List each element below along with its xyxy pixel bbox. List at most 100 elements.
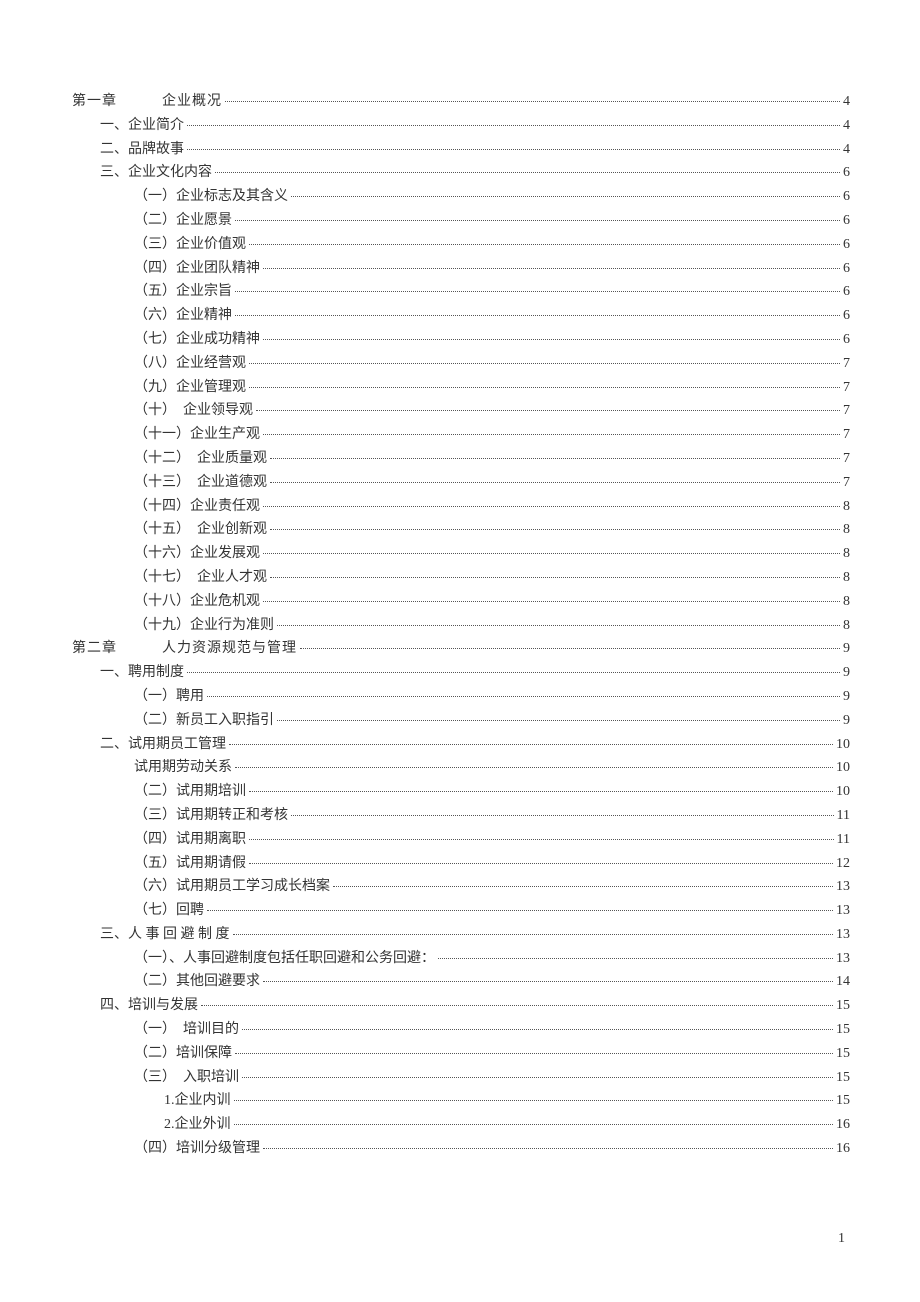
toc-entry[interactable]: （一）、人事回避制度包括任职回避和公务回避：13 bbox=[72, 947, 850, 971]
toc-entry[interactable]: （三）企业价值观 6 bbox=[72, 233, 850, 257]
toc-entry[interactable]: （二）试用期培训10 bbox=[72, 780, 850, 804]
toc-dots bbox=[270, 577, 840, 578]
toc-dots bbox=[291, 815, 834, 816]
toc-entry[interactable]: 一、聘用制度9 bbox=[72, 661, 850, 685]
toc-prefix: （十七） bbox=[134, 570, 197, 585]
toc-entry[interactable]: （二）新员工入职指引9 bbox=[72, 709, 850, 733]
toc-entry[interactable]: （十二） 企业质量观7 bbox=[72, 447, 850, 471]
toc-prefix: 三、 bbox=[100, 165, 128, 180]
toc-entry[interactable]: 1.企业内训15 bbox=[72, 1089, 850, 1113]
toc-prefix: （十四） bbox=[134, 499, 190, 514]
toc-prefix: （八） bbox=[134, 356, 176, 371]
toc-prefix: （六） bbox=[134, 879, 176, 894]
toc-dots bbox=[187, 149, 840, 150]
toc-entry[interactable]: 试用期劳动关系10 bbox=[72, 756, 850, 780]
toc-entry[interactable]: （三） 入职培训15 bbox=[72, 1066, 850, 1090]
toc-entry[interactable]: （二）企业愿景6 bbox=[72, 209, 850, 233]
toc-entry[interactable]: （五）试用期请假12 bbox=[72, 852, 850, 876]
toc-page-number: 10 bbox=[836, 756, 850, 780]
toc-prefix: （一） bbox=[134, 189, 176, 204]
toc-entry[interactable]: 一、企业简介4 bbox=[72, 114, 850, 138]
toc-entry[interactable]: （二）培训保障15 bbox=[72, 1042, 850, 1066]
toc-page-number: 8 bbox=[843, 590, 850, 614]
toc-entry[interactable]: （一）企业标志及其含义6 bbox=[72, 185, 850, 209]
toc-title: （十七） 企业人才观 bbox=[134, 566, 267, 590]
toc-page-number: 6 bbox=[843, 233, 850, 257]
toc-page-number: 15 bbox=[836, 1018, 850, 1042]
toc-entry[interactable]: 第一章企业概况4 bbox=[72, 90, 850, 114]
toc-page-number: 9 bbox=[843, 709, 850, 733]
toc-entry[interactable]: （十九）企业行为准则8 bbox=[72, 614, 850, 638]
toc-page-number: 10 bbox=[836, 733, 850, 757]
toc-title-text: 企业发展观 bbox=[190, 546, 260, 561]
toc-entry[interactable]: （一） 培训目的15 bbox=[72, 1018, 850, 1042]
toc-prefix: （三） bbox=[134, 1070, 183, 1085]
toc-entry[interactable]: （十） 企业领导观7 bbox=[72, 399, 850, 423]
toc-prefix: 三、 bbox=[100, 927, 128, 942]
toc-title: （五）企业宗旨 bbox=[134, 280, 232, 304]
toc-entry[interactable]: （三）试用期转正和考核11 bbox=[72, 804, 850, 828]
toc-page-number: 4 bbox=[843, 138, 850, 162]
toc-dots bbox=[263, 553, 840, 554]
toc-entry[interactable]: （十八）企业危机观8 bbox=[72, 590, 850, 614]
toc-dots bbox=[249, 791, 833, 792]
toc-prefix: 一、 bbox=[100, 665, 128, 680]
toc-dots bbox=[270, 482, 840, 483]
toc-entry[interactable]: （九）企业管理观7 bbox=[72, 376, 850, 400]
toc-dots bbox=[235, 291, 840, 292]
toc-entry[interactable]: 四、培训与发展15 bbox=[72, 994, 850, 1018]
toc-prefix: （一） bbox=[134, 689, 176, 704]
toc-entry[interactable]: （十三） 企业道德观7 bbox=[72, 471, 850, 495]
toc-entry[interactable]: （七）企业成功精神6 bbox=[72, 328, 850, 352]
toc-title-text: 企业精神 bbox=[176, 308, 232, 323]
toc-entry[interactable]: 二、试用期员工管理10 bbox=[72, 733, 850, 757]
toc-title-text: 企业价值观 bbox=[176, 237, 246, 252]
toc-prefix: （十） bbox=[134, 403, 183, 418]
toc-dots bbox=[270, 529, 840, 530]
toc-prefix: （十六） bbox=[134, 546, 190, 561]
toc-prefix: （五） bbox=[134, 284, 176, 299]
toc-page-number: 7 bbox=[843, 376, 850, 400]
toc-entry[interactable]: （四）企业团队精神6 bbox=[72, 257, 850, 281]
toc-entry[interactable]: （七）回聘13 bbox=[72, 899, 850, 923]
toc-entry[interactable]: （一）聘用9 bbox=[72, 685, 850, 709]
toc-title: 1.企业内训 bbox=[164, 1089, 231, 1113]
toc-entry[interactable]: （二）其他回避要求14 bbox=[72, 970, 850, 994]
toc-title-text: 企业标志及其含义 bbox=[176, 189, 288, 204]
toc-dots bbox=[215, 172, 840, 173]
toc-prefix: （四） bbox=[134, 261, 176, 276]
toc-dots bbox=[249, 387, 840, 388]
toc-entry[interactable]: （八）企业经营观7 bbox=[72, 352, 850, 376]
toc-entry[interactable]: （六）企业精神6 bbox=[72, 304, 850, 328]
toc-entry[interactable]: （四）试用期离职 11 bbox=[72, 828, 850, 852]
toc-title: （五）试用期请假 bbox=[134, 852, 246, 876]
toc-page-number: 13 bbox=[836, 923, 850, 947]
toc-page-number: 11 bbox=[837, 828, 850, 852]
toc-prefix: （十一） bbox=[134, 427, 190, 442]
toc-entry[interactable]: 二、品牌故事4 bbox=[72, 138, 850, 162]
toc-dots bbox=[249, 839, 834, 840]
toc-entry[interactable]: 三、人 事 回 避 制 度 13 bbox=[72, 923, 850, 947]
toc-entry[interactable]: （十五） 企业创新观8 bbox=[72, 518, 850, 542]
toc-title-text: 企业行为准则 bbox=[190, 618, 274, 633]
toc-title: （三）企业价值观 bbox=[134, 233, 246, 257]
toc-title: （四）试用期离职 bbox=[134, 828, 246, 852]
toc-entry[interactable]: （四）培训分级管理16 bbox=[72, 1137, 850, 1161]
toc-entry[interactable]: 第二章人力资源规范与管理9 bbox=[72, 637, 850, 661]
toc-entry[interactable]: （十六）企业发展观8 bbox=[72, 542, 850, 566]
toc-title-text: 试用期员工学习成长档案 bbox=[176, 879, 330, 894]
toc-title-text: 培训目的 bbox=[183, 1022, 239, 1037]
toc-entry[interactable]: 2.企业外训16 bbox=[72, 1113, 850, 1137]
toc-entry[interactable]: （十一）企业生产观7 bbox=[72, 423, 850, 447]
toc-entry[interactable]: （五）企业宗旨6 bbox=[72, 280, 850, 304]
toc-page-number: 13 bbox=[836, 947, 850, 971]
toc-entry[interactable]: 三、企业文化内容6 bbox=[72, 161, 850, 185]
toc-title-text: 企业经营观 bbox=[176, 356, 246, 371]
toc-title: （六）试用期员工学习成长档案 bbox=[134, 875, 330, 899]
toc-entry[interactable]: （十七） 企业人才观8 bbox=[72, 566, 850, 590]
toc-entry[interactable]: （六）试用期员工学习成长档案13 bbox=[72, 875, 850, 899]
toc-title-text: 企业团队精神 bbox=[176, 261, 260, 276]
toc-title-text: 人 事 回 避 制 度 bbox=[128, 927, 230, 942]
toc-prefix: （四） bbox=[134, 832, 176, 847]
toc-entry[interactable]: （十四）企业责任观8 bbox=[72, 495, 850, 519]
